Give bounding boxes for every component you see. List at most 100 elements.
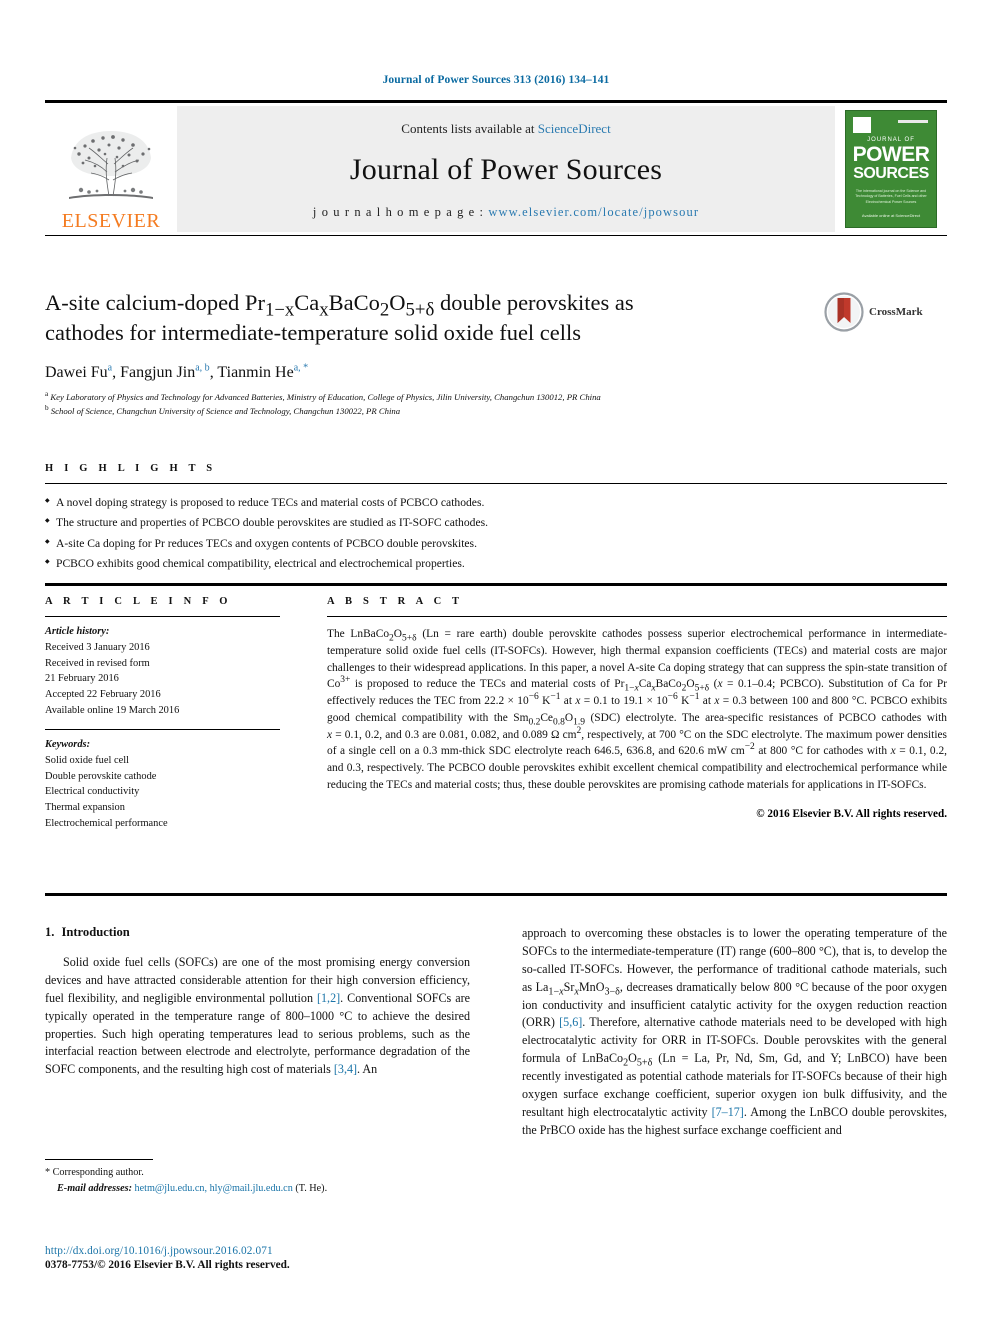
- email-label: E-mail addresses:: [57, 1182, 132, 1194]
- abstract-text: The LnBaCo2O5+δ (Ln = rare earth) double…: [327, 628, 948, 791]
- author-list: Dawei Fua, Fangjun Jina, b, Tianmin Hea,…: [45, 363, 309, 382]
- highlights-list: A novel doping strategy is proposed to r…: [45, 484, 947, 583]
- title-sub-1: 1−x: [264, 299, 295, 321]
- affiliation-mark-0: a: [45, 390, 49, 399]
- info-abstract-section: A R T I C L E I N F O Article history: R…: [45, 596, 947, 832]
- contents-band: Contents lists available at ScienceDirec…: [177, 106, 835, 232]
- history-item: Received 3 January 2016: [45, 641, 150, 653]
- crossmark-label: CrossMark: [869, 306, 923, 318]
- article-info-heading: A R T I C L E I N F O: [45, 596, 232, 607]
- author-marks-2: a, *: [293, 363, 309, 375]
- crossmark-icon: [824, 292, 864, 332]
- divider: [45, 1159, 153, 1160]
- crossmark-badge[interactable]: CrossMark: [824, 290, 939, 334]
- divider: [45, 893, 947, 896]
- doi-link[interactable]: http://dx.doi.org/10.1016/j.jpowsour.201…: [45, 1245, 545, 1257]
- journal-masthead: ELSEVIER Contents lists available at Sci…: [45, 100, 947, 236]
- title-block: A-site calcium-doped Pr1−xCaxBaCo2O5+δ d…: [45, 288, 947, 418]
- footer-block: http://dx.doi.org/10.1016/j.jpowsour.201…: [45, 1245, 545, 1271]
- keywords-block: Keywords: Solid oxide fuel cell Double p…: [45, 730, 280, 832]
- abstract-heading: A B S T R A C T: [327, 596, 464, 607]
- keywords-label: Keywords:: [45, 738, 91, 750]
- history-item: Available online 19 March 2016: [45, 705, 180, 717]
- title-part-5: double perovskites as: [434, 290, 634, 315]
- cover-footer: Available online at ScienceDirect: [861, 212, 921, 218]
- contents-available-line: Contents lists available at ScienceDirec…: [401, 121, 610, 137]
- body-column-left: 1. Introduction Solid oxide fuel cells (S…: [45, 925, 470, 1140]
- homepage-prefix: j o u r n a l h o m e p a g e :: [312, 204, 489, 219]
- running-head: Journal of Power Sources 313 (2016) 134–…: [382, 74, 610, 86]
- email-note: E-mail addresses: hetm@jlu.edu.cn, hly@m…: [45, 1181, 470, 1197]
- paper-page: Journal of Power Sources 313 (2016) 134–…: [0, 0, 992, 1323]
- section-number: 1.: [45, 925, 55, 939]
- homepage-url-link[interactable]: www.elsevier.com/locate/jpowsour: [488, 205, 699, 219]
- elsevier-wordmark: ELSEVIER: [61, 210, 161, 232]
- author-name-2: Tianmin He: [217, 364, 294, 382]
- author-marks-1: a, b: [195, 363, 210, 375]
- divider: [45, 583, 947, 587]
- history-item: Received in revised form: [45, 657, 150, 669]
- journal-title: Journal of Power Sources: [349, 152, 663, 186]
- intro-paragraph-right: approach to overcoming these obstacles i…: [522, 926, 948, 1137]
- affiliation-list: a Key Laboratory of Physics and Technolo…: [45, 391, 947, 418]
- citation-link[interactable]: [5,6]: [559, 1015, 582, 1029]
- page-title: A-site calcium-doped Pr1−xCaxBaCo2O5+δ d…: [45, 288, 775, 347]
- keyword-item: Electrical conductivity: [45, 786, 140, 798]
- abstract-column: A B S T R A C T The LnBaCo2O5+δ (Ln = ra…: [280, 596, 947, 832]
- keyword-item: Solid oxide fuel cell: [45, 754, 129, 766]
- elsevier-tree-icon: [69, 131, 153, 199]
- title-sub-3: 2: [379, 299, 390, 321]
- corresponding-author-note: * Corresponding author.: [45, 1167, 144, 1178]
- sciencedirect-link[interactable]: ScienceDirect: [538, 121, 611, 136]
- highlights-heading: H I G H L I G H T S: [45, 463, 217, 474]
- email-suffix: (T. He).: [292, 1182, 328, 1194]
- article-history-block: Article history: Received 3 January 2016…: [45, 617, 280, 719]
- cover-power-word: POWER: [852, 143, 930, 166]
- affiliation-item: a Key Laboratory of Physics and Technolo…: [45, 391, 947, 404]
- list-item: PCBCO exhibits good chemical compatibili…: [45, 554, 947, 574]
- history-item: 21 February 2016: [45, 673, 119, 685]
- cover-subtitle: The international journal on the Science…: [855, 189, 927, 204]
- article-info-column: A R T I C L E I N F O Article history: R…: [45, 596, 280, 832]
- list-item: A novel doping strategy is proposed to r…: [45, 493, 947, 513]
- keyword-item: Thermal expansion: [45, 802, 125, 814]
- affiliation-text-0: Key Laboratory of Physics and Technology…: [50, 392, 601, 403]
- journal-cover-image: JOURNAL OF POWER SOURCES The internation…: [845, 110, 937, 228]
- article-history-label: Article history:: [45, 626, 110, 637]
- email-addresses[interactable]: hetm@jlu.edu.cn, hly@mail.jlu.edu.cn: [135, 1183, 293, 1194]
- affiliation-mark-1: b: [45, 403, 49, 412]
- elsevier-logo: ELSEVIER: [45, 103, 177, 235]
- cover-elsevier-mark: [853, 117, 871, 133]
- keyword-item: Electrochemical performance: [45, 817, 168, 829]
- citation-link[interactable]: [3,4]: [334, 1062, 357, 1076]
- list-item: A-site Ca doping for Pr reduces TECs and…: [45, 534, 947, 554]
- body-columns: 1. Introduction Solid oxide fuel cells (S…: [45, 925, 947, 1140]
- title-sub-4: 5+δ: [405, 299, 435, 321]
- title-line-2: cathodes for intermediate-temperature so…: [45, 319, 582, 345]
- abstract-copyright: © 2016 Elsevier B.V. All rights reserved…: [756, 807, 947, 820]
- contents-prefix: Contents lists available at: [401, 120, 538, 136]
- citation-link[interactable]: [7–17]: [712, 1105, 744, 1119]
- history-item: Accepted 22 February 2016: [45, 689, 161, 701]
- list-item: The structure and properties of PCBCO do…: [45, 513, 947, 533]
- footnote-block: * Corresponding author. E-mail addresses…: [45, 1159, 470, 1197]
- title-part-1: A-site calcium-doped Pr: [45, 290, 265, 315]
- section-label: Introduction: [61, 925, 130, 939]
- issn-copyright: 0378-7753/© 2016 Elsevier B.V. All right…: [45, 1259, 290, 1271]
- title-sub-2: x: [319, 299, 329, 321]
- title-part-2: Ca: [294, 290, 320, 315]
- author-marks-0: a: [107, 363, 113, 375]
- body-column-right: approach to overcoming these obstacles i…: [522, 925, 947, 1140]
- author-name-1: Fangjun Jin: [120, 364, 196, 382]
- section-heading-introduction: 1. Introduction: [45, 925, 470, 940]
- affiliation-item: b School of Science, Changchun Universit…: [45, 403, 947, 418]
- author-name-0: Dawei Fu: [45, 364, 108, 382]
- title-part-4: O: [389, 290, 406, 315]
- highlights-section: H I G H L I G H T S A novel doping strat…: [45, 463, 947, 587]
- intro-paragraph-left: Solid oxide fuel cells (SOFCs) are one o…: [45, 955, 470, 1077]
- citation-link[interactable]: [1,2]: [317, 991, 340, 1005]
- cover-sources-word: SOURCES: [853, 165, 929, 182]
- journal-cover-block: JOURNAL OF POWER SOURCES The internation…: [835, 103, 947, 235]
- affiliation-text-1: School of Science, Changchun University …: [50, 405, 401, 416]
- cover-issn-bar: [898, 120, 928, 123]
